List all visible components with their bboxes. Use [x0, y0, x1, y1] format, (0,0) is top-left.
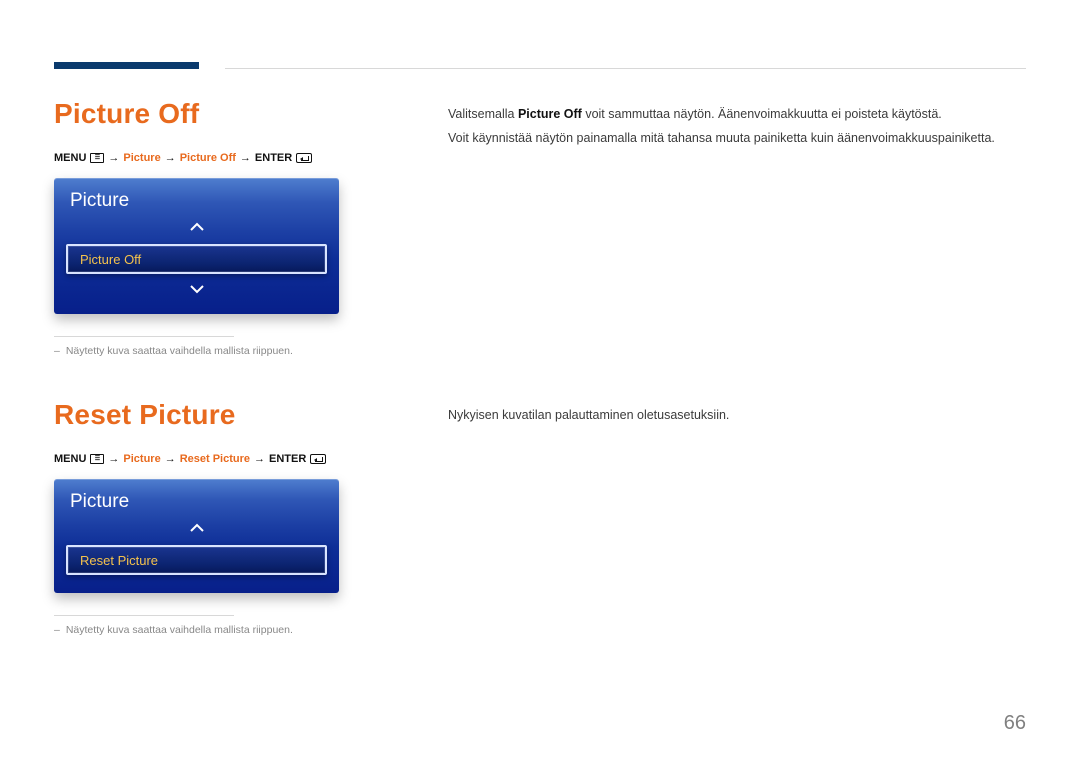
chapter-tab	[54, 62, 199, 69]
path-menu-label: MENU	[54, 453, 86, 465]
path-level-2: Reset Picture	[180, 453, 250, 465]
right-column: Nykyisen kuvatilan palauttaminen oletusa…	[448, 399, 1026, 636]
footnote-rule	[54, 615, 234, 616]
footnote-text: Näytetty kuva saattaa vaihdella mallista…	[66, 624, 293, 636]
chevron-up-icon[interactable]	[54, 519, 339, 541]
osd-title: Picture	[54, 479, 339, 519]
osd-panel: Picture Reset Picture	[54, 479, 339, 593]
section-reset-picture: Reset Picture MENU ☰ → Picture → Reset P…	[54, 399, 1026, 636]
section-picture-off: Picture Off MENU ☰ → Picture → Picture O…	[54, 98, 1026, 357]
arrow-icon: →	[254, 453, 265, 465]
osd-selected-item[interactable]: Reset Picture	[66, 545, 327, 575]
body-paragraph: Valitsemalla Picture Off voit sammuttaa …	[448, 104, 1026, 124]
enter-icon	[296, 153, 312, 163]
body-text: voit sammuttaa näytön. Äänenvoimakkuutta…	[582, 107, 942, 121]
manual-page: Picture Off MENU ☰ → Picture → Picture O…	[0, 0, 1080, 763]
arrow-icon: →	[165, 453, 176, 465]
footnote-dash: –	[54, 345, 60, 357]
menu-path: MENU ☰ → Picture → Reset Picture → ENTER	[54, 453, 396, 465]
body-bold: Picture Off	[518, 107, 582, 121]
osd-selected-item[interactable]: Picture Off	[66, 244, 327, 274]
body-text: Valitsemalla	[448, 107, 518, 121]
menu-icon: ☰	[90, 454, 104, 464]
arrow-icon: →	[240, 152, 251, 164]
path-level-1: Picture	[123, 453, 160, 465]
footnote: –Näytetty kuva saattaa vaihdella mallist…	[54, 624, 396, 636]
path-enter-label: ENTER	[255, 152, 292, 164]
right-column: Valitsemalla Picture Off voit sammuttaa …	[448, 98, 1026, 357]
header-rule	[225, 68, 1026, 69]
path-menu-label: MENU	[54, 152, 86, 164]
chevron-down-icon[interactable]	[54, 280, 339, 302]
section-title: Picture Off	[54, 98, 396, 130]
arrow-icon: →	[108, 152, 119, 164]
body-paragraph: Nykyisen kuvatilan palauttaminen oletusa…	[448, 405, 1026, 425]
footnote-text: Näytetty kuva saattaa vaihdella mallista…	[66, 345, 293, 357]
menu-icon: ☰	[90, 153, 104, 163]
left-column: Reset Picture MENU ☰ → Picture → Reset P…	[54, 399, 396, 636]
footnote-dash: –	[54, 624, 60, 636]
menu-path: MENU ☰ → Picture → Picture Off → ENTER	[54, 152, 396, 164]
footnote: –Näytetty kuva saattaa vaihdella mallist…	[54, 345, 396, 357]
osd-title: Picture	[54, 178, 339, 218]
path-level-2: Picture Off	[180, 152, 236, 164]
arrow-icon: →	[165, 152, 176, 164]
page-number: 66	[1004, 712, 1026, 735]
section-title: Reset Picture	[54, 399, 396, 431]
body-paragraph: Voit käynnistää näytön painamalla mitä t…	[448, 128, 1026, 148]
osd-item-label: Reset Picture	[80, 553, 158, 568]
footnote-rule	[54, 336, 234, 337]
chevron-up-icon[interactable]	[54, 218, 339, 240]
enter-icon	[310, 454, 326, 464]
osd-panel: Picture Picture Off	[54, 178, 339, 314]
path-level-1: Picture	[123, 152, 160, 164]
left-column: Picture Off MENU ☰ → Picture → Picture O…	[54, 98, 396, 357]
arrow-icon: →	[108, 453, 119, 465]
path-enter-label: ENTER	[269, 453, 306, 465]
osd-item-label: Picture Off	[80, 252, 141, 267]
